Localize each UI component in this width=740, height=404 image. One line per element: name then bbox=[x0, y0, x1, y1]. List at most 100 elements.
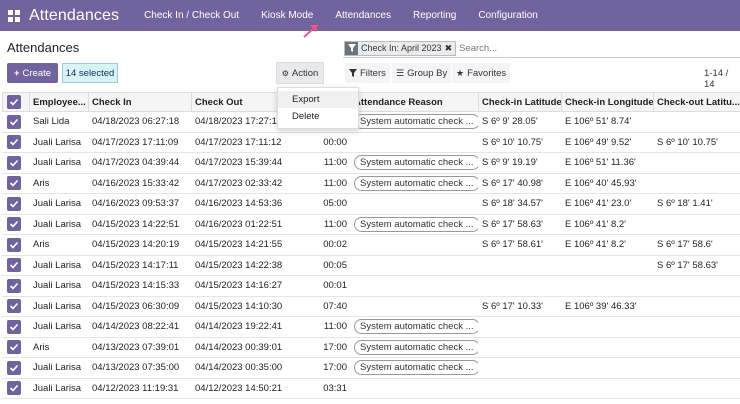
cell-worked-hours[interactable]: 00:02 bbox=[294, 234, 351, 256]
row-checkbox[interactable] bbox=[7, 278, 21, 293]
cell-check-out-latitude[interactable] bbox=[653, 275, 740, 297]
row-select-cell[interactable] bbox=[2, 234, 30, 256]
cell-check-out[interactable]: 04/14/2023 00:35:00 bbox=[191, 357, 295, 379]
cell-check-in-longitude[interactable]: E 106º 41' 8.2' bbox=[561, 234, 654, 256]
nav-reporting[interactable]: Reporting bbox=[402, 0, 467, 31]
table-row[interactable]: Juali Larisa 04/15/2023 06:30:09 04/15/202… bbox=[2, 296, 740, 317]
cell-check-in[interactable]: 04/14/2023 08:22:41 bbox=[88, 316, 192, 338]
cell-check-in[interactable]: 04/15/2023 14:20:19 bbox=[88, 234, 192, 256]
table-row[interactable]: Aris 04/15/2023 14:20:19 04/15/2023 14:21:… bbox=[2, 234, 740, 256]
cell-check-out[interactable]: 04/15/2023 14:21:55 bbox=[191, 234, 295, 256]
cell-check-in-longitude[interactable]: E 106º 40' 45.93' bbox=[561, 173, 654, 194]
row-checkbox[interactable] bbox=[7, 114, 21, 129]
selected-count-badge[interactable]: 14 selected bbox=[62, 63, 118, 83]
cell-check-in-longitude[interactable] bbox=[561, 357, 654, 379]
cell-check-out-latitude[interactable]: S 6º 18' 1.41' bbox=[653, 193, 740, 215]
cell-attendance-reason[interactable]: System automatic check ... bbox=[350, 316, 479, 338]
cell-check-out-latitude[interactable] bbox=[653, 214, 740, 235]
row-select-cell[interactable] bbox=[2, 255, 30, 276]
col-attendance-reason[interactable]: Attendance Reason bbox=[350, 92, 479, 112]
delete-menu-item[interactable]: Delete bbox=[278, 108, 358, 125]
cell-check-in-latitude[interactable]: S 6º 9' 19.19' bbox=[478, 152, 562, 174]
cell-check-in-latitude[interactable] bbox=[478, 316, 562, 338]
apps-grid-icon[interactable] bbox=[8, 9, 20, 22]
cell-check-in-longitude[interactable]: E 106º 49' 9.52' bbox=[561, 132, 654, 153]
cell-check-out-latitude[interactable] bbox=[653, 152, 740, 174]
cell-worked-hours[interactable]: 11:00 bbox=[294, 152, 351, 174]
row-checkbox[interactable] bbox=[7, 135, 21, 150]
row-checkbox[interactable] bbox=[7, 217, 21, 232]
search-bar[interactable]: Check In: April 2023 ✖ bbox=[343, 39, 740, 58]
cell-worked-hours[interactable]: 17:00 bbox=[294, 357, 351, 379]
nav-attendances[interactable]: Attendances bbox=[324, 0, 402, 31]
row-select-cell[interactable] bbox=[2, 214, 30, 235]
cell-check-in-latitude[interactable] bbox=[478, 255, 562, 276]
row-select-cell[interactable] bbox=[2, 337, 30, 358]
cell-check-in-latitude[interactable]: S 6º 18' 34.57' bbox=[478, 193, 562, 215]
cell-check-in[interactable]: 04/18/2023 06:27:18 bbox=[88, 111, 192, 133]
cell-check-in[interactable]: 04/15/2023 14:17:11 bbox=[88, 255, 192, 276]
cell-employee[interactable]: Juali Larisa bbox=[29, 316, 89, 338]
cell-employee[interactable]: Juali Larisa bbox=[29, 255, 89, 276]
cell-employee[interactable]: Juali Larisa bbox=[29, 275, 89, 297]
select-all-checkbox[interactable] bbox=[7, 95, 21, 109]
table-row[interactable]: Aris 04/16/2023 15:33:42 04/17/2023 02:33:… bbox=[2, 173, 740, 194]
row-checkbox[interactable] bbox=[7, 319, 21, 334]
cell-check-in[interactable]: 04/15/2023 14:22:51 bbox=[88, 214, 192, 235]
table-row[interactable]: Juali Larisa 04/13/2023 07:35:00 04/14/202… bbox=[2, 357, 740, 379]
group-by-button[interactable]: ☰ Group By bbox=[392, 63, 452, 83]
cell-check-out-latitude[interactable]: S 6º 10' 10.75' bbox=[653, 132, 740, 153]
cell-employee[interactable]: Juali Larisa bbox=[29, 378, 89, 399]
cell-check-out[interactable]: 04/15/2023 14:10:30 bbox=[191, 296, 295, 317]
row-select-cell[interactable] bbox=[2, 152, 30, 174]
export-menu-item[interactable]: Export bbox=[278, 91, 358, 108]
cell-check-out[interactable]: 04/16/2023 01:22:51 bbox=[191, 214, 295, 235]
cell-check-out[interactable]: 04/17/2023 15:39:44 bbox=[191, 152, 295, 174]
row-select-cell[interactable] bbox=[2, 193, 30, 215]
cell-attendance-reason[interactable] bbox=[350, 234, 479, 256]
cell-check-in-longitude[interactable]: E 106º 51' 11.36' bbox=[561, 152, 654, 174]
cell-check-in-latitude[interactable]: S 6º 17' 58.63' bbox=[478, 214, 562, 235]
table-row[interactable]: Juali Larisa 04/16/2023 09:53:37 04/16/202… bbox=[2, 193, 740, 215]
cell-check-out[interactable]: 04/17/2023 02:33:42 bbox=[191, 173, 295, 194]
cell-worked-hours[interactable]: 05:00 bbox=[294, 193, 351, 215]
cell-check-in-latitude[interactable]: S 6º 17' 40.98' bbox=[478, 173, 562, 194]
cell-check-out[interactable]: 04/14/2023 00:39:01 bbox=[191, 337, 295, 358]
cell-check-in-longitude[interactable] bbox=[561, 275, 654, 297]
cell-check-out-latitude[interactable] bbox=[653, 111, 740, 133]
favorites-button[interactable]: ★ Favorites bbox=[452, 63, 511, 83]
cell-check-in-latitude[interactable] bbox=[478, 378, 562, 399]
cell-worked-hours[interactable]: 11:00 bbox=[294, 173, 351, 194]
cell-check-in-latitude[interactable] bbox=[478, 357, 562, 379]
cell-check-in[interactable]: 04/17/2023 04:39:44 bbox=[88, 152, 192, 174]
table-row[interactable]: Juali Larisa 04/12/2023 11:19:31 04/12/202… bbox=[2, 378, 740, 399]
cell-check-out-latitude[interactable] bbox=[653, 378, 740, 399]
cell-employee[interactable]: Juali Larisa bbox=[29, 214, 89, 235]
cell-check-out[interactable]: 04/16/2023 14:53:36 bbox=[191, 193, 295, 215]
table-row[interactable]: Juali Larisa 04/14/2023 08:22:41 04/14/202… bbox=[2, 316, 740, 338]
col-check-out-latitude[interactable]: Check-out Latitu... bbox=[653, 92, 740, 112]
row-checkbox[interactable] bbox=[7, 340, 21, 355]
cell-employee[interactable]: Juali Larisa bbox=[29, 132, 89, 153]
row-select-cell[interactable] bbox=[2, 275, 30, 297]
cell-check-out-latitude[interactable]: S 6º 17' 58.6' bbox=[653, 234, 740, 256]
cell-employee[interactable]: Aris bbox=[29, 337, 89, 358]
table-row[interactable]: Juali Larisa 04/15/2023 14:17:11 04/15/202… bbox=[2, 255, 740, 276]
cell-attendance-reason[interactable] bbox=[350, 378, 479, 399]
cell-check-in-longitude[interactable]: E 106º 51' 8.74' bbox=[561, 111, 654, 133]
cell-attendance-reason[interactable] bbox=[350, 193, 479, 215]
cell-employee[interactable]: Aris bbox=[29, 234, 89, 256]
cell-check-out-latitude[interactable] bbox=[653, 173, 740, 194]
cell-worked-hours[interactable]: 03:31 bbox=[294, 378, 351, 399]
cell-check-in-longitude[interactable] bbox=[561, 378, 654, 399]
cell-check-in-latitude[interactable]: S 6º 17' 58.61' bbox=[478, 234, 562, 256]
cell-worked-hours[interactable]: 00:05 bbox=[294, 255, 351, 276]
row-checkbox[interactable] bbox=[7, 196, 21, 211]
row-checkbox[interactable] bbox=[7, 381, 21, 396]
cell-check-in[interactable]: 04/16/2023 15:33:42 bbox=[88, 173, 192, 194]
cell-employee[interactable]: Juali Larisa bbox=[29, 152, 89, 174]
search-input[interactable] bbox=[459, 42, 720, 54]
cell-attendance-reason[interactable] bbox=[350, 132, 479, 153]
cell-check-in[interactable]: 04/17/2023 17:11:09 bbox=[88, 132, 192, 153]
cell-check-out[interactable]: 04/14/2023 19:22:41 bbox=[191, 316, 295, 338]
